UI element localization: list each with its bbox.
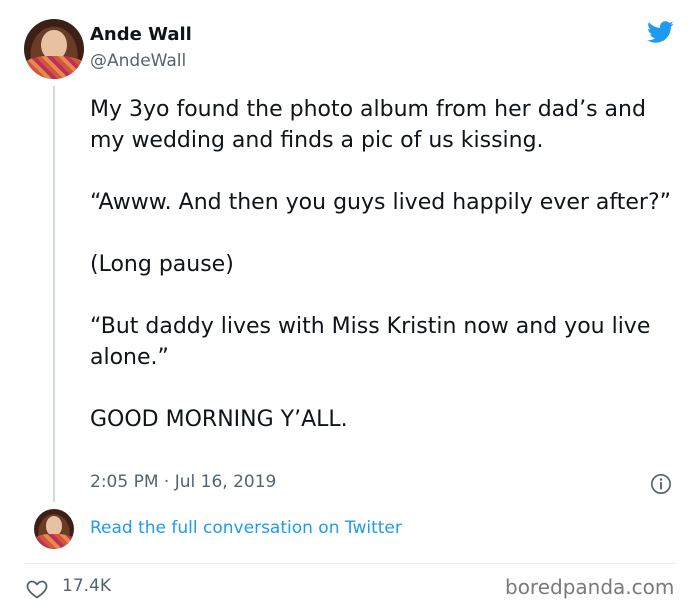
conversation-avatar[interactable] [34,509,74,549]
tweet-paragraph: GOOD MORNING Y’ALL. [90,407,348,432]
tweet-text: My 3yo found the photo album from her da… [90,94,680,466]
twitter-bird-icon[interactable] [644,18,676,46]
watermark: boredpanda.com [505,575,675,599]
author-avatar[interactable] [24,19,84,79]
author-display-name[interactable]: Ande Wall [90,24,192,45]
tweet-paragraph: (Long pause) [90,252,234,277]
tweet-paragraph: “But daddy lives with Miss Kristin now a… [90,314,651,370]
divider [24,563,676,564]
heart-icon[interactable] [25,577,49,601]
author-handle[interactable]: @AndeWall [90,51,186,71]
tweet-paragraph: “Awww. And then you guys lived happily e… [90,190,672,215]
thread-line [53,86,55,502]
like-count[interactable]: 17.4K [62,576,111,596]
info-icon[interactable] [650,473,672,495]
tweet-paragraph: My 3yo found the photo album from her da… [90,97,646,153]
read-conversation-link[interactable]: Read the full conversation on Twitter [90,518,402,538]
tweet-timestamp[interactable]: 2:05 PM · Jul 16, 2019 [90,472,276,492]
